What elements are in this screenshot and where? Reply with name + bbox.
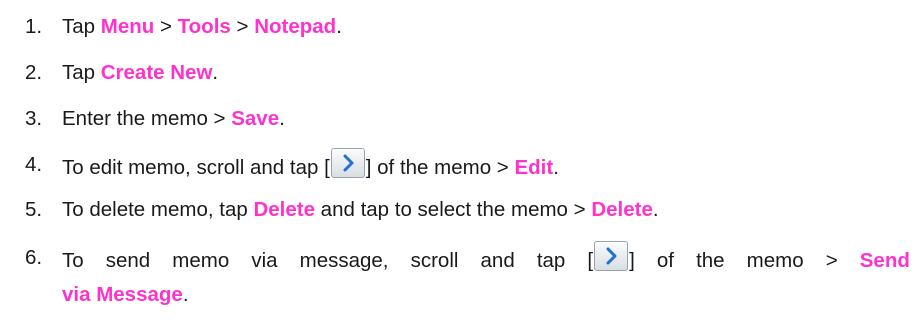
text: . (279, 107, 285, 130)
tools-keyword: Tools (177, 15, 231, 38)
text: To edit memo, scroll and tap [ (62, 156, 330, 179)
step-text: Tap Menu > Tools > Notepad. (62, 10, 342, 44)
via-message-keyword: via Message (62, 283, 183, 306)
step-number: 1. (25, 15, 43, 38)
text: [ (587, 249, 594, 272)
delete-keyword: Delete (591, 198, 653, 221)
word: send (105, 249, 151, 272)
step-text-line-1: To send memo via message, scroll and tap… (62, 241, 910, 278)
text: ] (629, 249, 635, 272)
word: > (825, 249, 838, 272)
text: and tap to select the memo > (314, 198, 592, 221)
text: Tap (62, 61, 101, 84)
text: . (652, 198, 659, 221)
menu-keyword: Menu (100, 15, 155, 38)
step-6: 6. To send memo via message, scroll and … (0, 241, 917, 321)
step-text-line-2: via Message. (62, 278, 189, 312)
create-new-keyword: Create New (100, 61, 213, 84)
text: . (182, 283, 189, 306)
text: > (230, 15, 255, 38)
step-number: 2. (25, 61, 43, 84)
notepad-keyword: Notepad (254, 15, 337, 38)
step-number: 4. (25, 153, 43, 176)
text: Tap (62, 15, 101, 38)
word: the (696, 249, 725, 272)
step-text: To delete memo, tap Delete and tap to se… (62, 193, 659, 227)
word: of (656, 249, 674, 272)
step-number: 6. (25, 246, 43, 269)
step-text: To edit memo, scroll and tap [ ] of the m… (62, 148, 559, 185)
word: To (62, 249, 84, 272)
word: memo (172, 249, 230, 272)
edit-keyword: Edit (514, 156, 554, 179)
bracket-icon-group: [] (587, 241, 635, 278)
save-keyword: Save (231, 107, 280, 130)
step-number: 5. (25, 198, 43, 221)
text: . (212, 61, 219, 84)
text: > (154, 15, 178, 38)
word: scroll (410, 249, 459, 272)
text: Enter the memo > (62, 107, 232, 130)
send-keyword: Send (859, 249, 910, 272)
text: . (553, 156, 559, 179)
word: tap (536, 249, 566, 272)
text: ] of the memo > (365, 156, 515, 179)
text: To delete memo, tap (62, 198, 254, 221)
step-number: 3. (25, 107, 43, 130)
word: memo (746, 249, 804, 272)
step-text: Enter the memo > Save. (62, 102, 285, 136)
delete-keyword: Delete (253, 198, 315, 221)
word: and (480, 249, 515, 272)
step-text: Tap Create New. (62, 56, 218, 90)
word: via (251, 249, 278, 272)
word: message, (299, 249, 389, 272)
chevron-right-icon (330, 148, 365, 178)
chevron-right-icon (594, 241, 629, 271)
text: . (336, 15, 342, 38)
